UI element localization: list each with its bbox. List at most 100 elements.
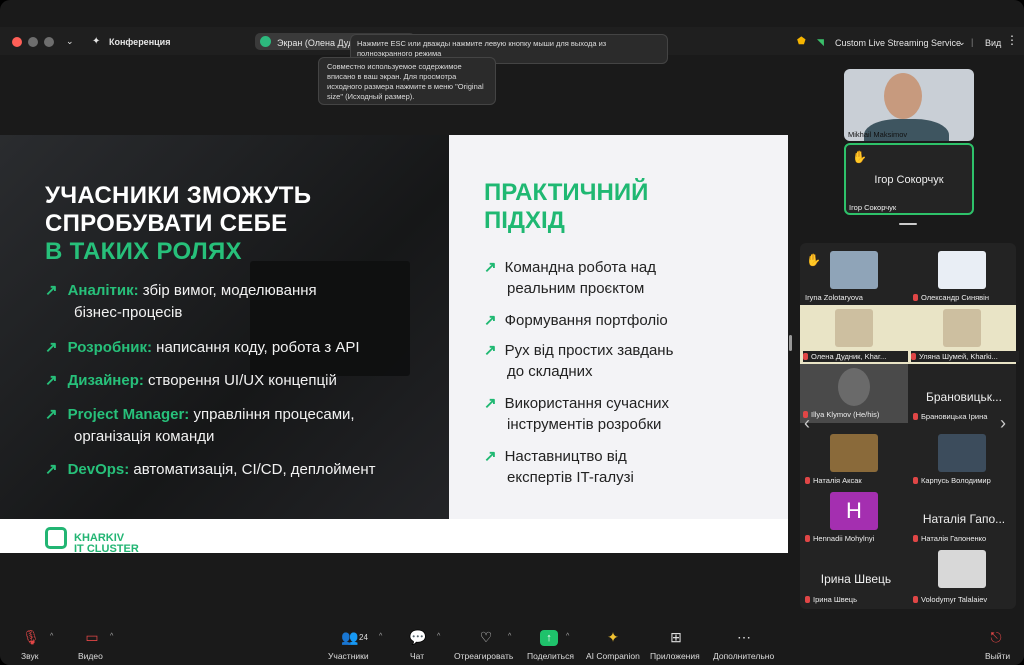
- chat-icon[interactable]: 💬: [408, 629, 428, 646]
- leave-icon[interactable]: ⎋: [986, 629, 1006, 646]
- background-monitor: [250, 261, 410, 376]
- approach-item-cont: інструментів розробки: [507, 416, 662, 433]
- approach-item-cont: експертів IT-галузі: [507, 469, 634, 486]
- video-tile-mikhail[interactable]: Mikhail Maksimov: [844, 69, 974, 141]
- avatar: [938, 550, 986, 588]
- chevron-up-icon[interactable]: ^: [379, 633, 382, 640]
- role-item: ↗ Аналітик: збір вимог, моделювання: [45, 282, 317, 299]
- approach-item: ↗ Наставництво від: [484, 448, 627, 465]
- participants-gallery: ✋ Iryna Zolotaryova Олександр Синявін Ол…: [800, 243, 1019, 609]
- gallery-tile[interactable]: Олександр Синявін: [908, 247, 1016, 306]
- gallery-tile[interactable]: Illya Klymov (He/his): [800, 364, 908, 423]
- video-off-icon[interactable]: ▭: [82, 629, 102, 646]
- approach-heading-line1: ПРАКТИЧНИЙ: [484, 179, 649, 206]
- approach-heading-line2: ПІДХІД: [484, 207, 565, 234]
- mic-muted-icon[interactable]: 🎙: [21, 629, 41, 646]
- streaming-label[interactable]: Custom Live Streaming Service: [835, 38, 961, 48]
- gallery-tile[interactable]: Ірина Швець Ірина Швець: [800, 546, 908, 605]
- ai-companion-icon[interactable]: ✦: [603, 629, 623, 646]
- video-tile-igor[interactable]: ✋ Ігор Сокорчук Ігор Сокорчук: [844, 143, 974, 215]
- chevron-up-icon[interactable]: ^: [110, 633, 113, 640]
- shield-icon[interactable]: ⬟: [797, 36, 806, 47]
- drag-handle[interactable]: [899, 223, 917, 225]
- avatar-letter: H: [830, 492, 878, 530]
- fit-to-screen-tooltip: Совместно используемое содержимое вписан…: [318, 57, 496, 105]
- avatar: [838, 368, 870, 406]
- apps-icon[interactable]: ⊞: [666, 629, 686, 646]
- ai-companion-button-label[interactable]: AI Companion: [586, 651, 640, 661]
- avatar: [938, 434, 986, 472]
- participant-name: Карпусь Володимир: [913, 476, 1021, 485]
- gallery-tile[interactable]: Олена Дудник, Khar...: [800, 305, 911, 364]
- role-item-cont: бізнес-процесів: [74, 304, 183, 321]
- share-button-label[interactable]: Поделиться: [527, 651, 574, 661]
- audio-button-label[interactable]: Звук: [21, 651, 38, 661]
- apps-button-label[interactable]: Приложения: [650, 651, 700, 661]
- participant-face: [884, 73, 922, 119]
- participant-name: Наталія Гапоненко: [913, 534, 1021, 543]
- leave-button-label[interactable]: Выйти: [985, 651, 1010, 661]
- zoom-window-button[interactable]: [44, 37, 54, 47]
- participants-icon[interactable]: 👥: [340, 629, 360, 646]
- participant-name: Олександр Синявін: [913, 293, 1021, 302]
- share-screen-icon[interactable]: ↑: [540, 630, 558, 646]
- chevron-up-icon[interactable]: ^: [437, 633, 440, 640]
- chevron-down-icon[interactable]: ⌄: [958, 37, 966, 48]
- meeting-icon: ✦: [92, 36, 101, 47]
- avatar: [938, 251, 986, 289]
- mic-muted-icon: [803, 353, 808, 360]
- view-button[interactable]: Вид: [985, 38, 1001, 48]
- participant-name: Ірина Швець: [805, 595, 913, 604]
- participant-name: Уляна Шумей, Kharki...: [911, 351, 1019, 362]
- more-icon[interactable]: ⋮: [1006, 33, 1018, 47]
- gallery-tile[interactable]: H Hennadii Mohylnyi: [800, 488, 908, 547]
- panel-resize-handle[interactable]: [789, 335, 792, 351]
- mic-muted-icon: [911, 353, 916, 360]
- mic-muted-icon: [913, 477, 918, 484]
- chevron-up-icon[interactable]: ^: [50, 633, 53, 640]
- mic-muted-icon: [805, 596, 810, 603]
- mic-muted-icon: [913, 294, 918, 301]
- zoom-window: ⌄ ✦ Конференция Экран (Олена Дуд Нажмите…: [0, 0, 1024, 665]
- approach-item-cont: до складних: [507, 363, 593, 380]
- participant-name: Volodymyr Talalaiev: [913, 595, 1021, 604]
- gallery-tile[interactable]: Volodymyr Talalaiev: [908, 546, 1016, 605]
- gallery-tile[interactable]: Карпусь Володимир: [908, 430, 1016, 489]
- chevron-up-icon[interactable]: ^: [508, 633, 511, 640]
- chevron-down-icon[interactable]: ⌄: [66, 36, 74, 47]
- kharkiv-it-cluster-logo: [45, 527, 67, 549]
- logo-text: KHARKIV IT CLUSTER: [74, 532, 139, 555]
- chat-button-label[interactable]: Чат: [410, 651, 424, 661]
- avatar: [830, 251, 878, 289]
- participant-big-name: Ірина Швець: [820, 572, 892, 586]
- signal-icon: ◥: [817, 37, 824, 47]
- close-window-button[interactable]: [12, 37, 22, 47]
- participant-big-name: Брановицьк...: [926, 390, 1002, 404]
- approach-item: ↗ Використання сучасних: [484, 395, 669, 412]
- raised-hand-icon: ✋: [852, 150, 867, 164]
- participant-name: Iryna Zolotaryova: [805, 293, 863, 302]
- participant-name: Hennadii Mohylnyi: [805, 534, 913, 543]
- video-button-label[interactable]: Видео: [78, 651, 103, 661]
- gallery-tile[interactable]: Уляна Шумей, Kharki...: [908, 305, 1019, 364]
- minimize-window-button[interactable]: [28, 37, 38, 47]
- mic-muted-icon: [913, 535, 918, 542]
- participant-name: Mikhail Maksimov: [848, 130, 908, 139]
- window-title: Конференция: [109, 37, 171, 47]
- more-button-label[interactable]: Дополнительно: [713, 651, 774, 661]
- chevron-right-icon[interactable]: ›: [1000, 413, 1006, 434]
- gallery-tile[interactable]: Наталія Аксак: [800, 430, 908, 489]
- role-item: ↗ Project Manager: управління процесами,: [45, 406, 355, 423]
- more-icon[interactable]: ⋯: [734, 629, 754, 646]
- gallery-tile[interactable]: Наталія Гапо... Наталія Гапоненко: [908, 488, 1016, 547]
- slide-heading-line2: СПРОБУВАТИ СЕБЕ: [45, 210, 288, 237]
- react-button-label[interactable]: Отреагировать: [454, 651, 513, 661]
- react-icon[interactable]: ♡: [476, 629, 496, 646]
- slide-heading-line3: В ТАКИХ РОЛЯХ: [45, 238, 242, 265]
- chevron-left-icon[interactable]: ‹: [804, 413, 810, 434]
- chevron-up-icon[interactable]: ^: [566, 633, 569, 640]
- gallery-tile[interactable]: ✋ Iryna Zolotaryova: [800, 247, 908, 306]
- slide-heading-line1: УЧАСНИКИ ЗМОЖУТЬ: [45, 182, 312, 209]
- participants-button-label[interactable]: Участники: [328, 651, 369, 661]
- approach-item-cont: реальним проєктом: [507, 280, 645, 297]
